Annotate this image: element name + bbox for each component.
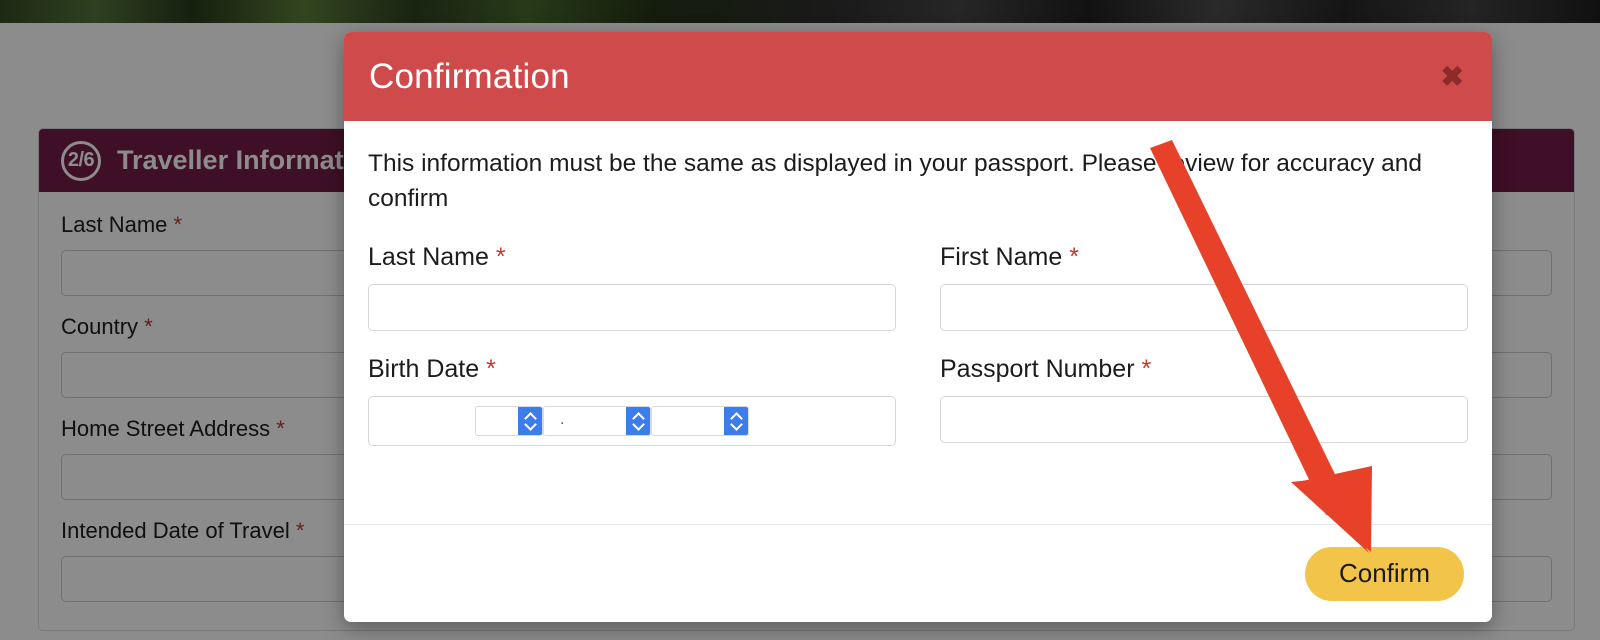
birth-date-day-segment[interactable] [475, 405, 543, 436]
modal-footer: Confirm [344, 524, 1492, 622]
required-asterisk: * [1069, 242, 1079, 271]
step-badge: 2/6 [61, 140, 101, 181]
modal-label-text: Birth Date [368, 354, 480, 383]
chevron-down-icon [634, 422, 643, 427]
modal-label-first-name: First Name * [940, 243, 1468, 272]
bg-label-text: Home Street Address [61, 416, 271, 441]
modal-label-birth-date: Birth Date * [368, 355, 896, 384]
required-asterisk: * [173, 212, 183, 237]
required-asterisk: * [1141, 354, 1152, 383]
modal-form-grid: Last Name * First Name * Birth Date * . … [368, 243, 1468, 464]
modal-title: Confirmation [369, 56, 570, 96]
modal-field-passport-number: Passport Number * [940, 355, 1468, 446]
confirmation-modal: Confirmation ✖ This information must be … [344, 32, 1492, 622]
last-name-input[interactable] [368, 283, 896, 331]
bg-label-text: Last Name [61, 212, 168, 237]
screen: 2/6 Traveller Information Last Name * Co… [0, 0, 1600, 640]
required-asterisk: * [486, 354, 496, 383]
modal-field-first-name: First Name * [940, 243, 1468, 331]
required-asterisk: * [276, 416, 285, 441]
birth-date-day-value [476, 406, 518, 435]
bg-label-text: Country [61, 314, 139, 339]
modal-body: This information must be the same as dis… [344, 121, 1492, 524]
birth-date-month-segment[interactable] [543, 405, 651, 436]
modal-header: Confirmation ✖ [344, 32, 1492, 121]
chevron-down-icon [732, 422, 741, 427]
birth-date-day-stepper[interactable] [518, 406, 542, 435]
birth-date-year-value [652, 406, 724, 435]
passport-number-input[interactable] [940, 395, 1468, 443]
required-asterisk: * [144, 314, 153, 339]
confirm-button[interactable]: Confirm [1304, 546, 1464, 601]
modal-message: This information must be the same as dis… [368, 150, 1423, 212]
required-asterisk: * [495, 242, 506, 271]
chevron-down-icon [526, 422, 535, 427]
modal-field-birth-date: Birth Date * [368, 355, 896, 446]
first-name-input[interactable] [940, 283, 1468, 331]
bg-label-text: Intended Date of Travel [61, 518, 290, 543]
birth-date-year-segment[interactable] [651, 405, 749, 436]
modal-label-text: First Name [940, 242, 1063, 271]
birth-date-input[interactable] [368, 395, 896, 446]
hero-image-strip [0, 0, 1600, 23]
modal-label-last-name: Last Name * [368, 243, 896, 272]
close-icon[interactable]: ✖ [1441, 62, 1464, 91]
birth-date-month-value [544, 406, 626, 435]
modal-label-passport-number: Passport Number * [940, 355, 1468, 384]
required-asterisk: * [295, 518, 305, 543]
modal-field-last-name: Last Name * [368, 243, 896, 331]
birth-date-year-stepper[interactable] [724, 406, 748, 435]
birth-date-month-stepper[interactable] [626, 406, 650, 435]
modal-label-text: Last Name [368, 242, 489, 271]
modal-label-text: Passport Number [940, 354, 1135, 383]
